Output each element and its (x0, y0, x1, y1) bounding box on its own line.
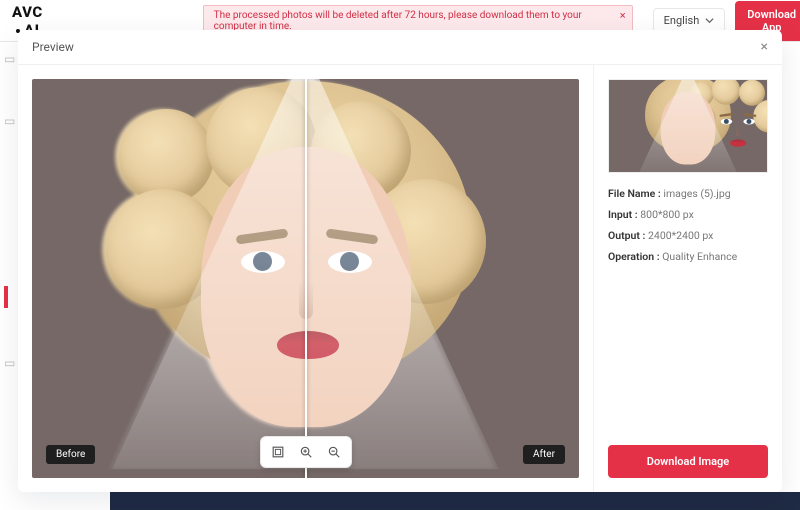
comparison-divider[interactable] (305, 79, 307, 478)
deletion-warning-text: The processed photos will be deleted aft… (214, 10, 612, 32)
meta-filename: File Name : images (5).jpg (608, 187, 768, 200)
zoom-out-button[interactable] (321, 441, 347, 463)
modal-title: Preview (32, 40, 74, 54)
comparison-stage[interactable]: Before After (32, 79, 579, 478)
meta-output: Output : 2400*2400 px (608, 229, 768, 242)
details-panel: File Name : images (5).jpg Input : 800*8… (594, 65, 782, 492)
zoom-in-button[interactable] (293, 441, 319, 463)
meta-input: Input : 800*800 px (608, 208, 768, 221)
fit-to-screen-button[interactable] (265, 441, 291, 463)
banner-close-icon[interactable]: × (620, 9, 626, 22)
footer-peek (110, 492, 800, 510)
download-image-button[interactable]: Download Image (608, 445, 768, 478)
after-badge: After (523, 445, 565, 464)
fit-icon (271, 445, 285, 459)
meta-operation: Operation : Quality Enhance (608, 250, 768, 263)
preview-modal: Preview × (18, 30, 782, 492)
brand-part1: AVC (12, 3, 43, 21)
result-thumbnail[interactable] (608, 79, 768, 173)
language-label: English (664, 14, 700, 27)
before-badge: Before (46, 445, 95, 464)
zoom-toolbar (260, 436, 352, 468)
file-metadata: File Name : images (5).jpg Input : 800*8… (608, 187, 768, 263)
zoom-in-icon (299, 445, 313, 459)
zoom-out-icon (327, 445, 341, 459)
sidebar-active-indicator (4, 286, 8, 308)
modal-header: Preview × (18, 30, 782, 65)
after-half (306, 79, 580, 478)
chevron-down-icon (705, 16, 714, 25)
close-icon[interactable]: × (761, 40, 768, 54)
